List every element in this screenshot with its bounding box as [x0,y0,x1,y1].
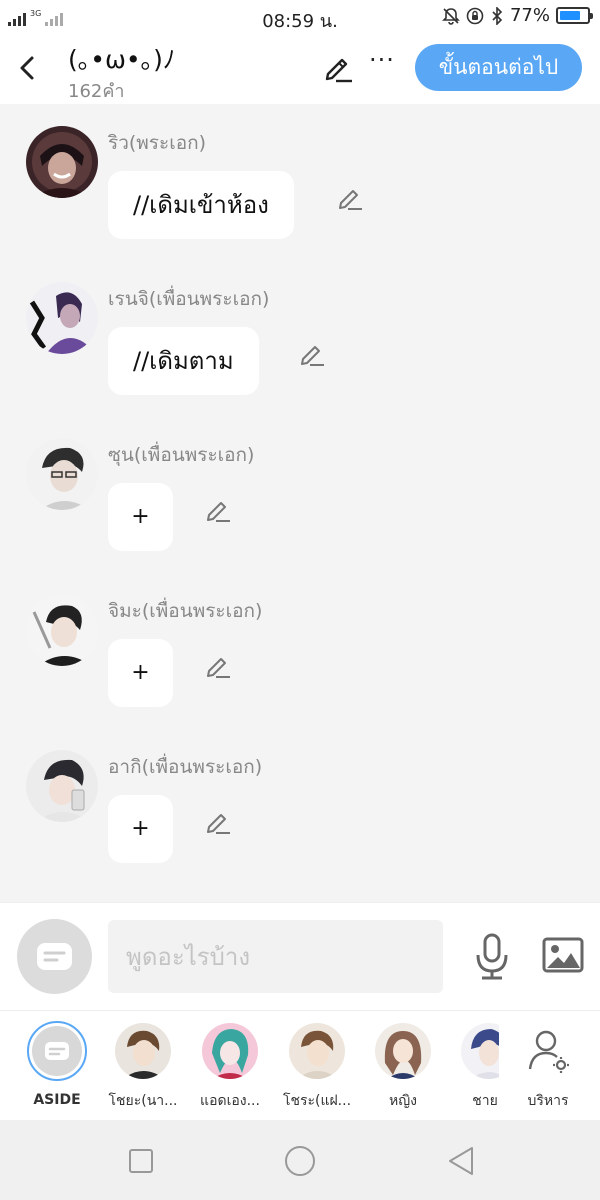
back-button[interactable] [14,50,42,86]
pencil-icon [207,814,230,834]
edit-message-button[interactable] [298,340,326,368]
image-button[interactable] [542,937,584,973]
avatar[interactable] [26,438,98,510]
triangle-back-icon [449,1147,473,1175]
message-type-button[interactable] [17,919,92,994]
system-navigation-bar [0,1120,600,1200]
avatar [289,1023,345,1079]
add-message-button[interactable]: + [108,483,173,551]
pencil-icon [325,58,352,83]
character-name: ซุน(เพื่อนพระเอก) [108,444,255,466]
add-message-button[interactable]: + [108,795,173,863]
word-count: 162คำ [68,81,125,102]
avatar[interactable] [26,750,98,822]
character-label: บริหาร [527,1093,569,1109]
avatar [202,1023,258,1079]
avatar [461,1023,499,1079]
character-selector: ASIDE โชยะ(นา... แอดเอง... โชระ(แฝ... หญ… [0,1010,600,1120]
edit-button[interactable] [322,52,354,84]
pencil-icon [339,190,362,210]
character-label: โชยะ(นา... [108,1093,178,1109]
edit-message-button[interactable] [204,652,232,680]
battery-percent: 77% [509,5,550,26]
status-icons: 77% [442,5,593,26]
character-item[interactable]: หญิง [363,1023,443,1112]
edit-message-button[interactable] [204,496,232,524]
voice-button[interactable] [474,933,510,981]
battery-icon [556,7,593,24]
character-item[interactable]: แอดเอง... [190,1023,270,1112]
circle-icon [285,1146,315,1176]
character-label: ASIDE [33,1092,81,1108]
avatar [375,1023,431,1079]
character-name: จิมะ(เพื่อนพระเอก) [108,600,263,622]
aside-avatar [32,1026,82,1076]
add-message-button[interactable]: + [108,639,173,707]
battery-fill [560,11,581,20]
pencil-icon [301,346,324,366]
rotation-lock-icon [466,7,484,24]
message-input[interactable] [108,920,443,993]
avatar [115,1023,171,1079]
microphone-icon [476,933,508,980]
status-bar: 3G 08:59 น. 77% [0,0,600,32]
character-name: อากิ(เพื่อนพระเอก) [108,756,263,778]
avatar[interactable] [26,126,98,198]
chevron-left-icon [20,56,34,80]
chat-bubble-icon [37,943,72,970]
next-step-button[interactable]: ขั้นตอนต่อไป [415,44,582,91]
character-label: หญิง [389,1093,417,1109]
chat-bubble-icon [45,1042,69,1060]
message-bubble[interactable]: //เดิมตาม [108,327,259,395]
character-label: โชระ(แฝ... [282,1093,352,1109]
avatar[interactable] [26,282,98,354]
pencil-icon [207,658,230,678]
square-icon [129,1149,153,1173]
selected-ring [27,1021,87,1081]
chat-area: ริว(พระเอก) //เดิมเข้าห้อง เรนจิ(เพื่อนพ… [0,104,600,902]
message-input-bar [0,902,600,1010]
story-title: (｡•ω•｡)ﾉ [68,45,176,74]
back-nav-button[interactable] [444,1144,478,1178]
home-button[interactable] [283,1144,317,1178]
pencil-icon [207,502,230,522]
avatar[interactable] [26,594,98,666]
recent-apps-button[interactable] [124,1144,158,1178]
character-aside[interactable]: ASIDE [17,1021,97,1108]
bluetooth-icon [492,6,503,25]
character-label: ชาย [472,1093,498,1109]
mute-icon [442,7,460,25]
manage-characters-button[interactable]: บริหาร [508,1023,588,1112]
character-label: แอดเอง... [200,1093,260,1109]
more-options-button[interactable]: ··· [368,48,396,78]
message-bubble[interactable]: //เดิมเข้าห้อง [108,171,294,239]
character-item[interactable]: โชยะ(นา... [103,1023,183,1112]
character-item[interactable]: ชาย [449,1023,499,1112]
edit-message-button[interactable] [204,808,232,836]
character-name: ริว(พระเอก) [108,132,207,154]
edit-message-button[interactable] [336,184,364,212]
user-settings-icon [528,1030,569,1073]
manage-icon-wrap [520,1023,576,1079]
character-name: เรนจิ(เพื่อนพระเอก) [108,288,270,310]
character-item[interactable]: โชระ(แฝ... [277,1023,357,1112]
header: (｡•ω•｡)ﾉ 162คำ ··· ขั้นตอนต่อไป [0,32,600,104]
image-icon [542,937,584,973]
